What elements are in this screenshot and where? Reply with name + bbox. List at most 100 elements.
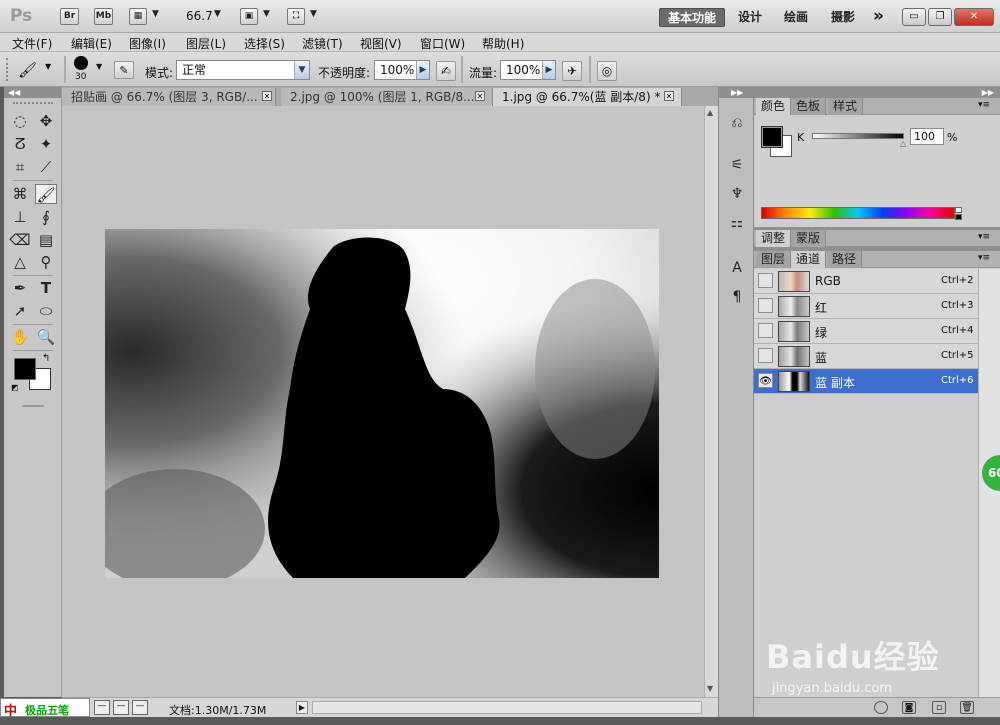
tab-paths[interactable]: 路径	[827, 251, 863, 268]
arrange-documents-button[interactable]: ▣	[240, 8, 258, 25]
channel-row-blue[interactable]: 蓝 Ctrl+5	[754, 344, 978, 369]
slider-thumb-icon[interactable]: △	[900, 139, 906, 148]
dodge-tool-icon[interactable]: ⚲	[35, 252, 57, 272]
close-button[interactable]: ✕	[954, 8, 994, 26]
visibility-toggle[interactable]	[758, 348, 773, 363]
chevron-down-icon[interactable]: ▼	[96, 62, 102, 71]
default-colors-icon[interactable]: ◩	[11, 383, 19, 392]
chevron-down-icon[interactable]: ▼	[263, 9, 270, 19]
menu-edit[interactable]: 编辑(E)	[71, 35, 112, 52]
mini-bridge-button[interactable]: Mb	[94, 8, 113, 25]
tab-color[interactable]: 颜色	[756, 98, 792, 115]
tab-poster[interactable]: 招贴画 @ 66.7% (图层 3, RGB/...	[62, 88, 276, 106]
gradient-tool-icon[interactable]: ▤	[35, 230, 57, 250]
menu-image[interactable]: 图像(I)	[129, 35, 166, 52]
foreground-color-swatch[interactable]	[14, 358, 36, 380]
ime-button[interactable]: —	[94, 700, 110, 715]
paragraph-panel-icon[interactable]: ¶	[726, 286, 748, 308]
new-channel-icon[interactable]: ▫	[932, 701, 946, 714]
panel-menu-icon[interactable]: ▾≡	[978, 232, 990, 242]
brush-presets-icon[interactable]: ⚟	[726, 154, 748, 176]
type-tool-icon[interactable]: T	[35, 278, 57, 298]
marquee-tool-icon[interactable]: ◌	[9, 111, 31, 131]
screen-mode-button[interactable]: ⛶	[287, 8, 305, 25]
foreground-color-swatch[interactable]	[761, 126, 783, 148]
document-size[interactable]: 文档:1.30M/1.73M	[169, 702, 266, 718]
close-tab-icon[interactable]: ✕	[262, 91, 272, 101]
tab-channels[interactable]: 通道	[791, 251, 827, 268]
crop-tool-icon[interactable]: ⌗	[9, 157, 31, 177]
character-panel-icon[interactable]: A	[726, 257, 748, 279]
airbrush-icon[interactable]: ✈	[562, 61, 582, 81]
eyedropper-tool-icon[interactable]: ⟋	[35, 157, 57, 177]
pen-tool-icon[interactable]: ✒	[9, 278, 31, 298]
tab-masks[interactable]: 蒙版	[791, 230, 827, 247]
trash-icon[interactable]: 🗑	[960, 701, 974, 714]
k-slider-track[interactable]	[812, 133, 904, 139]
restore-button[interactable]: ❐	[928, 8, 952, 26]
opacity-input[interactable]: 100% ▶	[374, 60, 430, 80]
brush-tool-icon[interactable]: 🖌	[18, 61, 37, 79]
healing-brush-tool-icon[interactable]: ⌘	[9, 184, 31, 204]
channel-row-green[interactable]: 绿 Ctrl+4	[754, 319, 978, 344]
minimize-button[interactable]: ▭	[902, 8, 926, 26]
visibility-toggle[interactable]	[758, 298, 773, 313]
channel-row-blue-copy[interactable]: 👁 蓝 副本 Ctrl+6	[754, 369, 978, 394]
menu-select[interactable]: 选择(S)	[244, 35, 285, 52]
status-menu-icon[interactable]: ▶	[296, 701, 308, 714]
zoom-tool-icon[interactable]: 🔍	[35, 327, 57, 347]
panel-menu-icon[interactable]: ▾≡	[978, 253, 990, 263]
quick-mask-button[interactable]	[22, 405, 44, 407]
ime-button[interactable]: —	[132, 700, 148, 715]
zoom-level[interactable]: 66.7	[186, 9, 213, 23]
pressure-opacity-icon[interactable]: ✍	[436, 61, 456, 81]
eye-icon[interactable]: 👁	[758, 373, 773, 388]
path-selection-tool-icon[interactable]: ➚	[9, 301, 31, 321]
brush-preview-icon[interactable]	[74, 56, 88, 70]
canvas-area[interactable]	[62, 106, 704, 697]
save-selection-icon[interactable]: ◙	[902, 701, 916, 714]
chevron-down-icon[interactable]: ▼	[294, 61, 309, 79]
grip-handle[interactable]	[13, 102, 53, 104]
visibility-toggle[interactable]	[758, 323, 773, 338]
tab-layers[interactable]: 图层	[756, 251, 792, 268]
blur-tool-icon[interactable]: △	[9, 252, 31, 272]
workspace-design[interactable]: 设计	[730, 8, 770, 27]
panel-menu-icon[interactable]: ▾≡	[978, 100, 990, 110]
menu-help[interactable]: 帮助(H)	[482, 35, 524, 52]
swap-colors-icon[interactable]: ↰	[42, 353, 50, 364]
tab-2-jpg[interactable]: 2.jpg @ 100% (图层 1, RGB/8...	[281, 88, 493, 106]
ellipse-tool-icon[interactable]: ⬭	[35, 301, 57, 321]
expand-icon[interactable]: ▶▶	[719, 87, 754, 98]
clone-stamp-tool-icon[interactable]: ⊥	[9, 207, 31, 227]
brush-panel-icon[interactable]: ✎	[114, 61, 134, 79]
chevron-down-icon[interactable]: ▼	[45, 62, 51, 71]
document-canvas[interactable]	[105, 229, 659, 578]
vertical-scrollbar[interactable]: ▲ ▼	[704, 106, 718, 697]
load-selection-icon[interactable]	[874, 701, 888, 714]
workspace-painting[interactable]: 绘画	[776, 8, 816, 27]
tab-styles[interactable]: 样式	[828, 98, 864, 115]
workspace-essentials[interactable]: 基本功能	[659, 8, 726, 27]
tool-presets-icon[interactable]: ⚏	[726, 212, 748, 234]
blend-mode-select[interactable]: 正常 ▼	[176, 60, 310, 80]
close-tab-icon[interactable]: ✕	[475, 91, 485, 101]
close-tab-icon[interactable]: ✕	[664, 91, 674, 101]
chevron-down-icon[interactable]: ▼	[310, 9, 317, 19]
view-extras-button[interactable]: ▦	[129, 8, 147, 25]
channel-row-red[interactable]: 红 Ctrl+3	[754, 294, 978, 319]
tab-adjustments[interactable]: 调整	[756, 230, 792, 247]
bridge-button[interactable]: Br	[60, 8, 79, 25]
hand-tool-icon[interactable]: ✋	[9, 327, 31, 347]
pressure-size-icon[interactable]: ◎	[597, 61, 617, 81]
chevron-right-icon[interactable]: ▶	[542, 61, 555, 79]
brush-tool-icon[interactable]: 🖌	[35, 184, 57, 204]
black-swatch[interactable]	[955, 214, 962, 220]
visibility-toggle[interactable]	[758, 273, 773, 288]
eraser-tool-icon[interactable]: ⌫	[9, 230, 31, 250]
menu-window[interactable]: 窗口(W)	[420, 35, 465, 52]
lasso-tool-icon[interactable]: ⵒ	[9, 134, 31, 154]
white-swatch[interactable]	[955, 207, 962, 213]
color-spectrum-bar[interactable]	[761, 207, 955, 219]
scroll-down-icon[interactable]: ▼	[707, 684, 713, 693]
